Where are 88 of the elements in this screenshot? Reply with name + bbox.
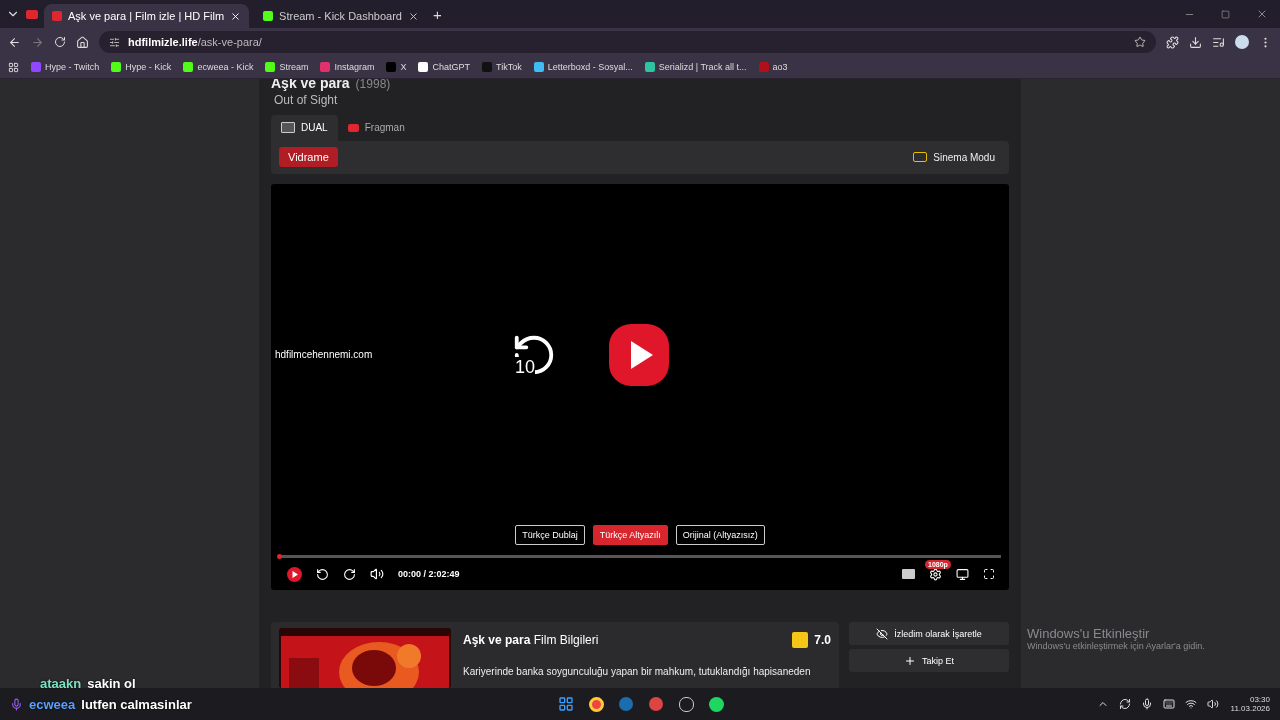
bookmark-favicon [265, 62, 276, 72]
bookmark-link[interactable]: Serializd | Track all t... [644, 62, 747, 72]
site-info-icon[interactable] [109, 36, 120, 48]
action-button[interactable]: Takip Et [849, 649, 1009, 672]
chat-message: lutfen calmasinlar [81, 697, 192, 712]
bookmark-link[interactable]: Hype - Kick [111, 62, 172, 72]
watermark-text: hdfilmcehennemi.com [275, 349, 374, 360]
media-icon[interactable] [1212, 35, 1225, 49]
rewind-button[interactable]: 10 [511, 331, 565, 378]
volume-icon[interactable] [1206, 698, 1219, 710]
close-icon[interactable] [1256, 8, 1268, 20]
clock-date: 11.03.2026 [1230, 704, 1270, 713]
bookmark-favicon [320, 62, 331, 72]
eye-off-icon [876, 627, 889, 640]
new-tab-button[interactable]: + [432, 5, 442, 23]
microphone-icon [10, 698, 23, 711]
rewind-icon[interactable] [316, 567, 329, 581]
tab-favicon [52, 11, 62, 21]
language-button[interactable]: Türkçe Dublaj [515, 525, 585, 545]
keyboard-icon[interactable] [1162, 698, 1175, 710]
bookmark-link[interactable]: ChatGPT [418, 62, 470, 72]
bookmark-link[interactable]: Stream [265, 62, 309, 72]
time-display: 00:00 / 2:02:49 [398, 569, 460, 579]
forward-icon[interactable] [343, 567, 356, 581]
extensions-icon[interactable] [1166, 35, 1179, 49]
activation-text: Windows'u etkinleştirmek için Ayarlar'a gidin. [1027, 641, 1205, 651]
address-bar[interactable]: hdfilmizle.life/ask-ve-para/ [99, 31, 1156, 53]
close-icon[interactable] [407, 10, 419, 22]
maximize-icon[interactable] [1221, 9, 1230, 19]
language-button[interactable]: Türkçe Altyazılı [592, 525, 668, 545]
bookmark-link[interactable]: Instagram [320, 62, 375, 72]
bookmark-favicon [418, 62, 429, 72]
server-button[interactable]: Vidrame [279, 147, 338, 168]
settings-icon[interactable] [929, 567, 942, 581]
play-button[interactable] [609, 323, 669, 386]
play-icon[interactable] [287, 566, 302, 582]
picture-in-picture-icon[interactable] [956, 567, 969, 581]
info-heading: Aşk ve para Film Bilgileri [463, 633, 599, 647]
close-icon[interactable] [230, 10, 242, 22]
activation-title: Windows'u Etkinleştir [1027, 626, 1151, 641]
cinema-mode-button[interactable]: Sinema Modu [907, 150, 1001, 164]
movie-year: (1998) [355, 79, 391, 91]
original-title: Out of Sight [274, 92, 339, 107]
home-icon[interactable] [76, 35, 89, 49]
start-icon[interactable] [556, 694, 576, 714]
tab-favicon [263, 11, 274, 21]
bookmark-link[interactable]: X [386, 62, 407, 72]
bookmark-favicon [111, 62, 122, 72]
chat-message: sakin ol [87, 676, 136, 691]
browser-tab[interactable]: Aşk ve para | Film izle | HD Film [44, 4, 250, 28]
bookmark-favicon [183, 62, 194, 72]
network-icon[interactable] [1184, 698, 1197, 710]
rating-value: 7.0 [814, 633, 831, 647]
plus-icon [904, 654, 916, 667]
bookmark-link[interactable]: ao3 [758, 62, 788, 72]
progress-thumb[interactable] [277, 554, 282, 559]
bookmark-link[interactable]: TikTok [482, 62, 522, 72]
chat-username: ecweea [29, 697, 76, 712]
browser-tab[interactable]: Stream - Kick Dashboard [255, 4, 427, 28]
bookmark-link[interactable]: Letterboxd - Sosyal... [533, 62, 633, 72]
bookmark-star-icon[interactable] [1134, 36, 1146, 48]
bookmark-favicon [482, 62, 492, 72]
movie-description: Kariyerinde banka soygunculuğu yapan bir mahkum, tutuklandığı hapisaneden [463, 666, 812, 677]
screen-icon [913, 152, 928, 163]
action-button[interactable]: İzledim olarak İşaretle [849, 622, 1009, 645]
download-icon[interactable] [1189, 35, 1202, 49]
reload-icon[interactable] [54, 36, 66, 48]
bookmark-favicon [386, 62, 397, 72]
fullscreen-icon[interactable] [983, 568, 995, 580]
bookmark-favicon [533, 62, 544, 72]
volume-icon[interactable] [370, 567, 384, 581]
profile-avatar[interactable] [1235, 35, 1249, 49]
chat-username: ataakn [40, 676, 82, 691]
language-button[interactable]: Orijinal (Altyazısız) [675, 525, 765, 545]
bookmark-favicon [644, 62, 655, 72]
bookmark-link[interactable]: ecweea - Kick [183, 62, 254, 72]
app-icon[interactable] [676, 694, 696, 714]
source-tab[interactable]: DUAL [271, 114, 338, 141]
sync-icon[interactable] [1118, 698, 1131, 710]
back-icon[interactable] [8, 35, 21, 49]
source-tab[interactable]: Fragman [337, 114, 415, 141]
bookmark-favicon [758, 62, 769, 72]
bookmark-link[interactable]: Hype - Twitch [31, 62, 100, 72]
bookmark-favicon [31, 62, 41, 72]
apps-icon[interactable] [8, 61, 19, 73]
url-text: hdfilmizle.life/ask-ve-para/ [128, 36, 262, 48]
microphone-icon[interactable] [1140, 698, 1153, 710]
clock-time: 03:30 [1249, 695, 1270, 704]
